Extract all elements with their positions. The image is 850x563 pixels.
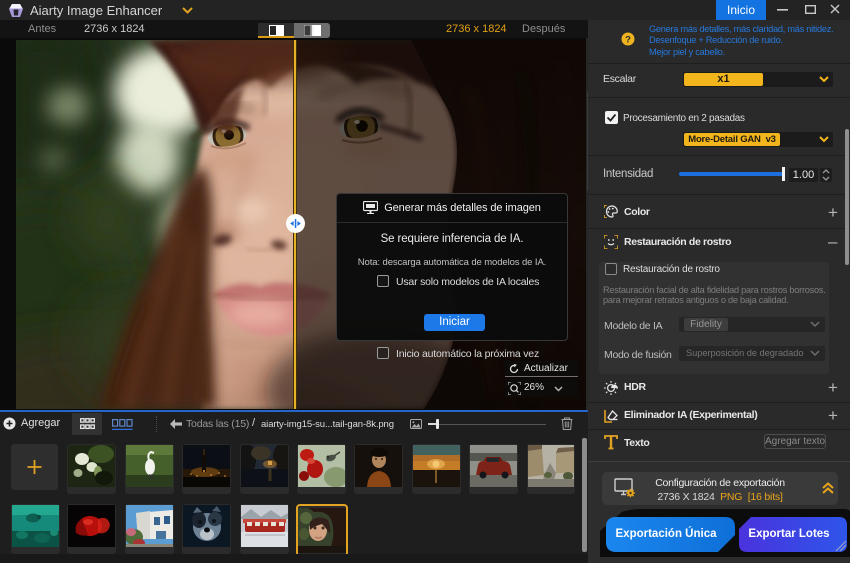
svg-text:?: ? <box>625 35 631 46</box>
